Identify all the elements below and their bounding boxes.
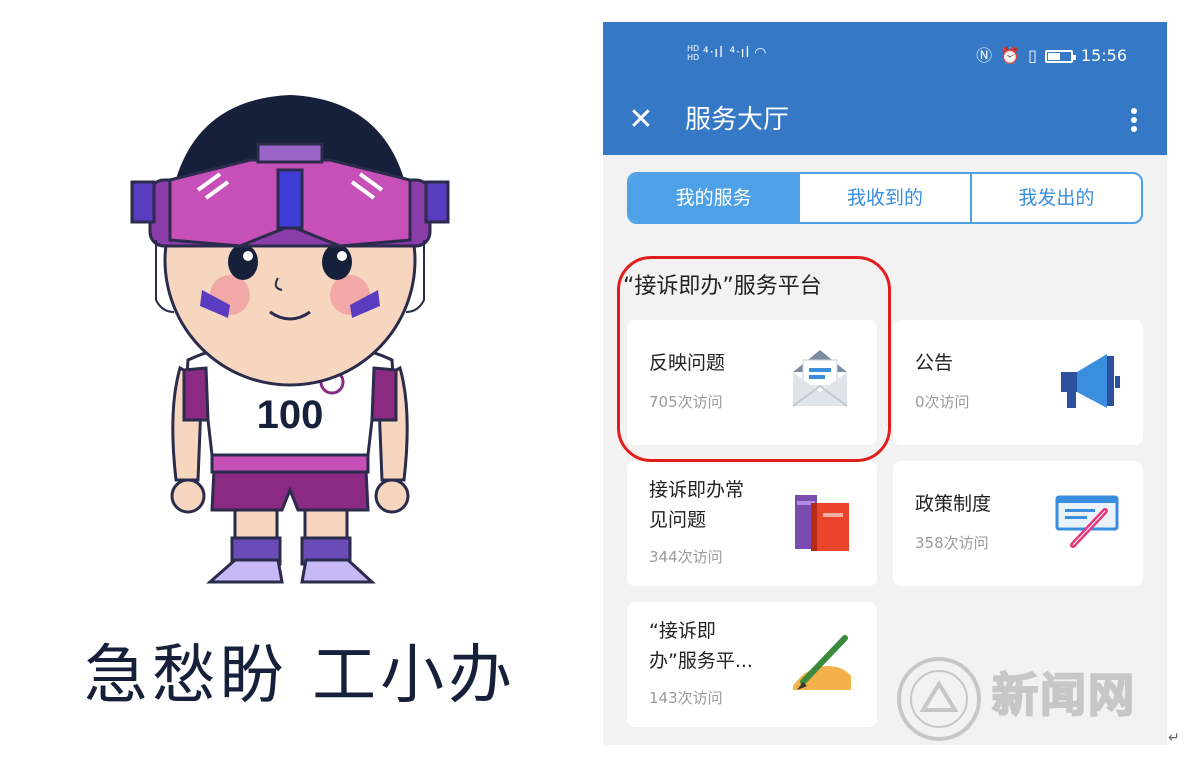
nfc-icon: Ⓝ (976, 46, 993, 65)
tab-received[interactable]: 我收到的 (798, 174, 969, 222)
wifi-icon: ◠ (754, 45, 768, 61)
hd-icon: HD HD (687, 44, 700, 62)
card-title-line2: 见问题 (649, 509, 707, 531)
card-visits: 358次访问 (915, 534, 989, 552)
card-title-line1: “接诉即 (649, 620, 716, 642)
page-title: 服务大厅 (685, 105, 790, 135)
watermark-text: 新闻网 (991, 667, 1136, 723)
card-title-line2: 办”服务平... (649, 650, 753, 672)
highlight-annotation (617, 256, 891, 462)
more-options-icon[interactable] (1121, 100, 1145, 140)
signal-strength-icon: ⁴ᐧıl ⁴ᐧıl (703, 45, 751, 61)
mascot-illustration: 100 (130, 95, 450, 584)
battery-icon (1044, 49, 1076, 63)
writing-hand-icon (793, 635, 851, 690)
card-visits: 0次访问 (915, 393, 970, 411)
card-visits: 143次访问 (649, 689, 723, 707)
document-pen-icon (1055, 495, 1119, 548)
card-title: 政策制度 (915, 493, 992, 515)
card-platform[interactable]: “接诉即 办”服务平... 143次访问 (627, 602, 877, 727)
alarm-icon: ⏰ (1000, 46, 1021, 65)
vibrate-icon: ▯ (1028, 46, 1037, 65)
jersey-number: 100 (257, 393, 324, 437)
status-bar: HD HD ⁴ᐧıl ⁴ᐧıl ◠ Ⓝ ⏰ ▯ 15:56 (603, 22, 1167, 94)
status-time: 15:56 (1080, 46, 1127, 65)
close-icon[interactable]: ✕ (621, 100, 661, 140)
card-title-line1: 接诉即办常 (649, 479, 745, 501)
card-faq[interactable]: 接诉即办常 见问题 344次访问 (627, 461, 877, 586)
tab-my-services[interactable]: 我的服务 (629, 174, 799, 222)
app-header: HD HD ⁴ᐧıl ⁴ᐧıl ◠ Ⓝ ⏰ ▯ 15:56 ✕ 服务大厅 (603, 22, 1167, 155)
card-title: 公告 (915, 352, 954, 374)
service-tabs: 我的服务 我收到的 我发出的 (627, 172, 1143, 224)
paragraph-return-icon: ↵ (1168, 730, 1180, 746)
signal-indicators: HD HD ⁴ᐧıl ⁴ᐧıl ◠ (687, 44, 767, 62)
tab-sent[interactable]: 我发出的 (969, 174, 1141, 222)
slogan-text: 急愁盼 工小办 (83, 639, 517, 713)
status-icons: Ⓝ ⏰ ▯ 15:56 (976, 46, 1127, 66)
phone-screen: HD HD ⁴ᐧıl ⁴ᐧıl ◠ Ⓝ ⏰ ▯ 15:56 ✕ 服务大厅 我的服务… (603, 22, 1167, 745)
books-icon (795, 495, 849, 551)
card-policy[interactable]: 政策制度 358次访问 (893, 461, 1143, 586)
card-announcement[interactable]: 公告 0次访问 (893, 320, 1143, 445)
card-visits: 344次访问 (649, 548, 723, 566)
megaphone-icon (1061, 354, 1120, 408)
